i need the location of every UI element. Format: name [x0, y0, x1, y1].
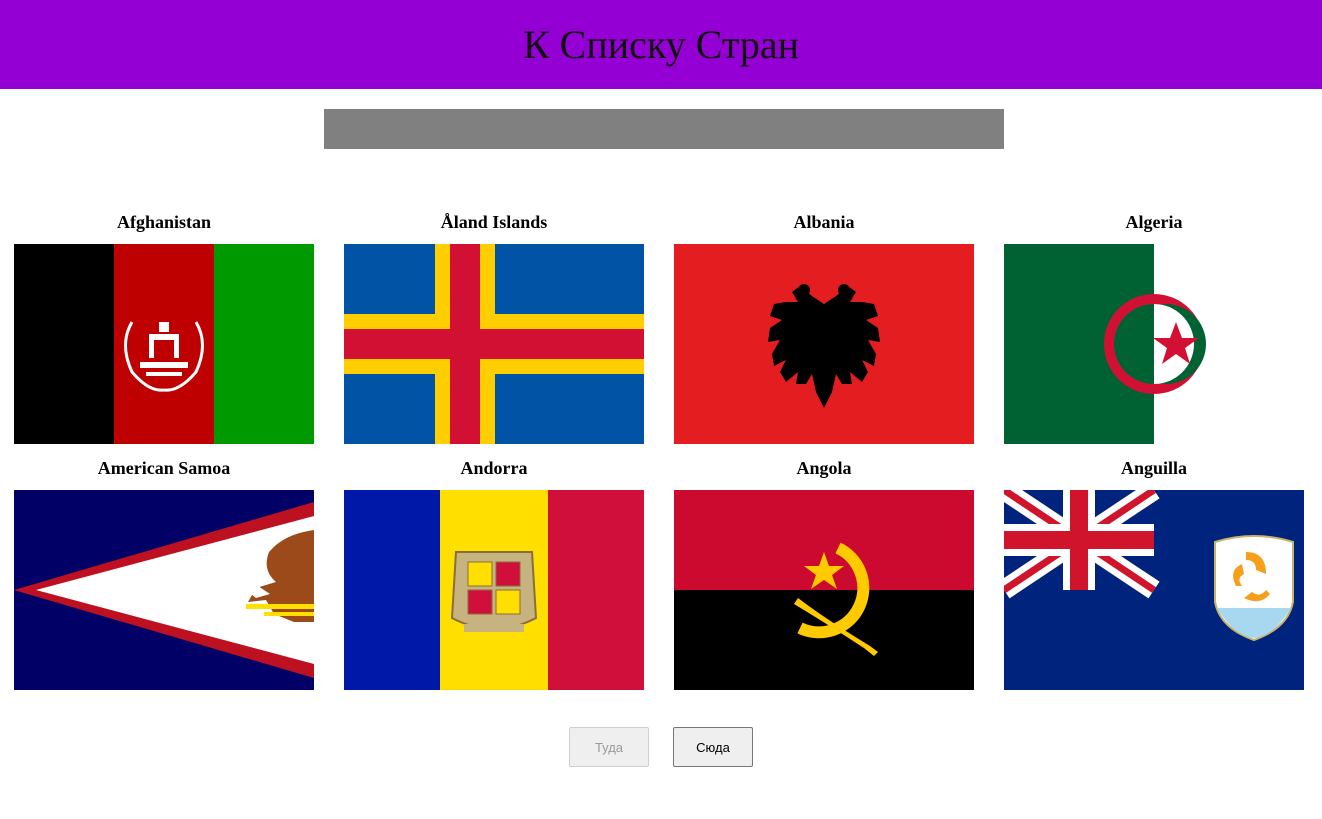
next-page-button[interactable]: Сюда	[673, 727, 753, 767]
andorra-flag-icon[interactable]	[344, 490, 644, 690]
country-name: Angola	[796, 458, 852, 478]
country-card[interactable]: Afghanistan	[14, 210, 314, 444]
country-name: Åland Islands	[440, 212, 548, 232]
anguilla-flag-icon[interactable]	[1004, 490, 1304, 690]
afghanistan-flag-icon[interactable]	[14, 244, 314, 444]
country-card[interactable]: Algeria	[1004, 210, 1304, 444]
country-card[interactable]: Albania	[674, 210, 974, 444]
country-name: Albania	[793, 212, 855, 232]
country-card[interactable]: Anguilla	[1004, 456, 1304, 690]
page-title[interactable]: К Списку Стран	[523, 21, 799, 68]
country-name: American Samoa	[97, 458, 231, 478]
american-samoa-flag-icon[interactable]	[14, 490, 314, 690]
algeria-flag-icon[interactable]	[1004, 244, 1304, 444]
country-name: Algeria	[1125, 212, 1183, 232]
search-input[interactable]	[324, 109, 1004, 149]
country-card[interactable]: Andorra	[344, 456, 644, 690]
country-name: Anguilla	[1120, 458, 1188, 478]
albania-flag-icon[interactable]	[674, 244, 974, 444]
angola-flag-icon[interactable]	[674, 490, 974, 690]
country-name: Afghanistan	[116, 212, 212, 232]
pagination: Туда Сюда	[0, 727, 1322, 767]
country-card[interactable]: American Samoa	[14, 456, 314, 690]
country-name: Andorra	[460, 458, 528, 478]
aland-islands-flag-icon[interactable]	[344, 244, 644, 444]
country-card[interactable]: Åland Islands	[344, 210, 644, 444]
country-card[interactable]: Angola	[674, 456, 974, 690]
prev-page-button[interactable]: Туда	[569, 727, 649, 767]
country-grid: Afghanistan Åland Islands Albania Algeri…	[14, 210, 1304, 690]
page-header: К Списку Стран	[0, 0, 1322, 89]
